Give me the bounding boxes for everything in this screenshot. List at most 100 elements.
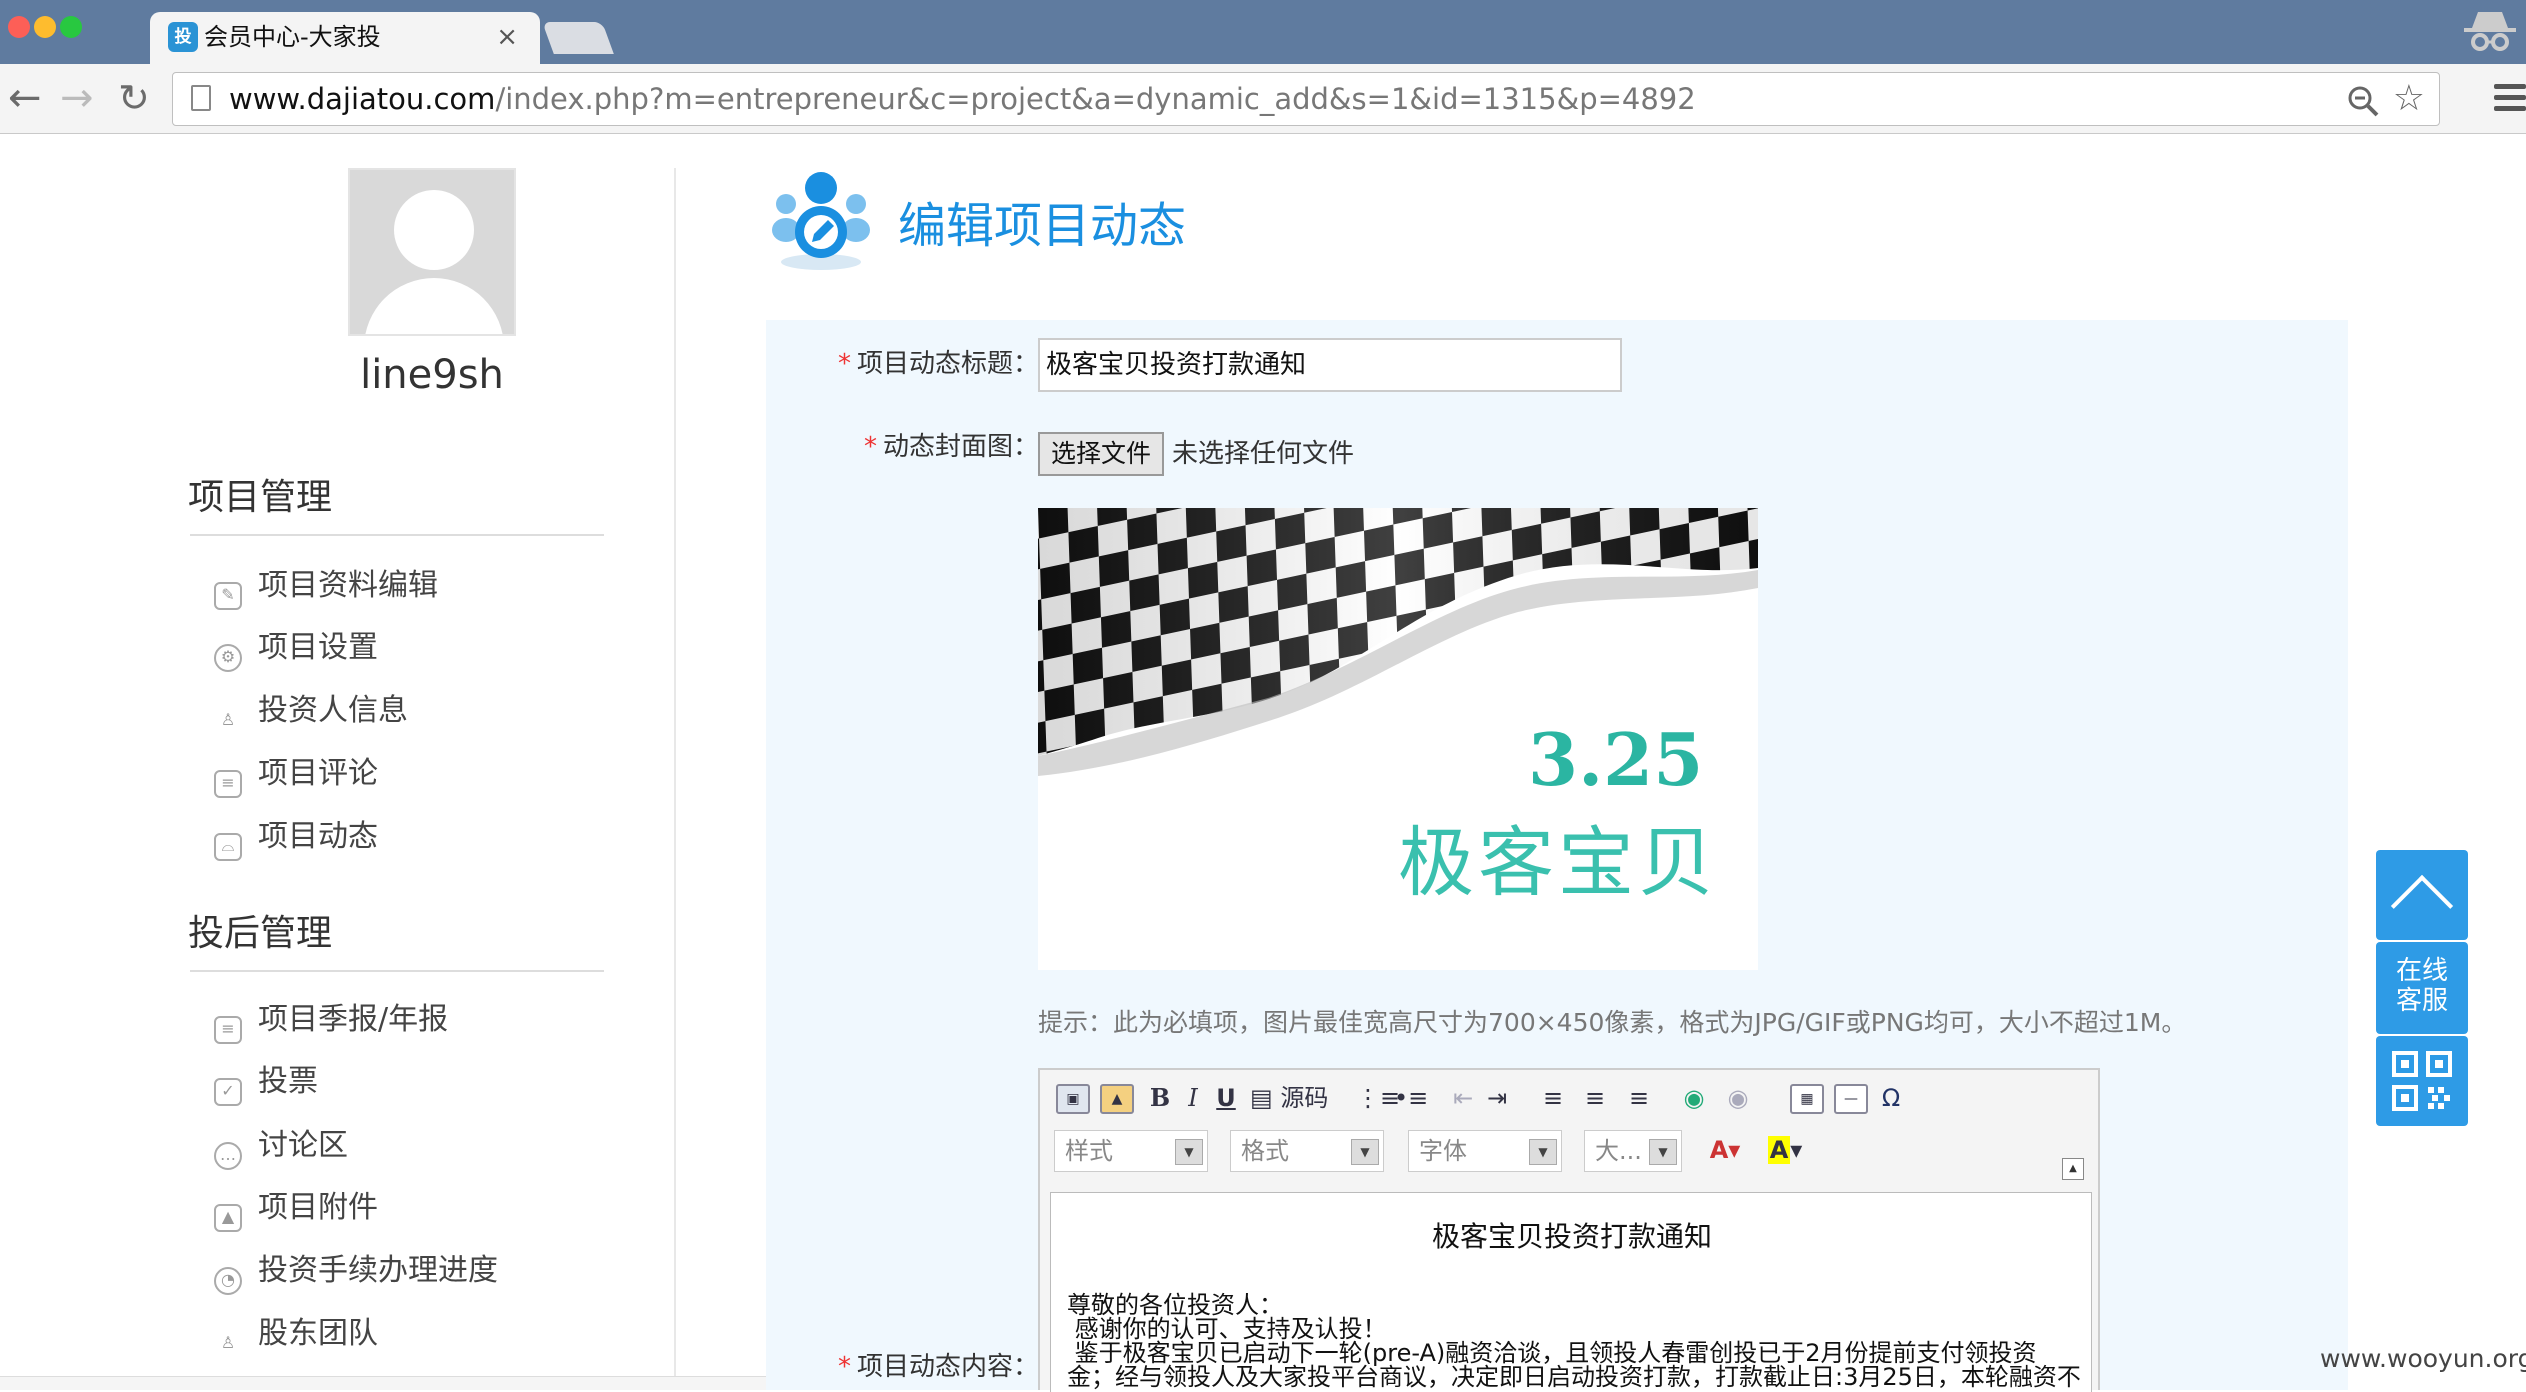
sidebar-item-label: 投票 — [258, 1064, 318, 1099]
special-char-icon[interactable]: Ω — [1876, 1080, 1906, 1116]
discussion-icon: … — [214, 1142, 242, 1170]
cover-image-preview: 3.25 极客宝贝 — [1038, 508, 1758, 970]
team-icon: ♙ — [220, 1333, 236, 1352]
sidebar-item-attachments[interactable]: ▲ 项目附件 — [214, 1188, 378, 1232]
document-line: 鉴于极客宝贝已启动下一轮(pre-A)融资洽谈，且领投人春雷创投已于2月份提前支… — [1067, 1339, 2037, 1367]
sidebar-item-project-dynamics[interactable]: ⌓ 项目动态 — [214, 817, 378, 861]
edit-profile-icon — [772, 172, 870, 270]
chart-icon: ⌓ — [214, 833, 242, 861]
document-title: 极客宝贝投资打款通知 — [1431, 1220, 1712, 1253]
sidebar-item-project-edit[interactable]: ✎ 项目资料编辑 — [214, 566, 438, 610]
edit-icon: ✎ — [214, 582, 242, 610]
bookmark-star-icon[interactable]: ☆ — [2393, 81, 2425, 117]
sidebar-item-label: 项目附件 — [258, 1190, 378, 1225]
background-color-icon[interactable]: A▾ — [1760, 1132, 1810, 1168]
cover-label: * 动态封面图： — [864, 432, 1040, 462]
table-icon[interactable]: ▦ — [1790, 1084, 1824, 1114]
document-line: 金；经与领投人及大家投平台商议，决定即日启动投资打款，打款截止日:3月25日，本… — [1067, 1363, 2081, 1391]
link-icon[interactable]: ◉ — [1678, 1080, 1710, 1116]
page-icon — [191, 85, 211, 111]
sidebar-divider — [674, 168, 676, 1390]
chevron-down-icon: ▼ — [1649, 1139, 1677, 1165]
favicon-icon: 投 — [168, 22, 198, 52]
maximize-icon[interactable]: ▣ — [1056, 1084, 1090, 1114]
qr-code-button[interactable] — [2376, 1036, 2468, 1126]
tab-title: 会员中心-大家投 — [204, 23, 381, 51]
sidebar-item-discussion[interactable]: … 讨论区 — [214, 1126, 348, 1170]
sidebar-item-label: 项目季报/年报 — [258, 1002, 449, 1037]
outdent-icon[interactable]: ⇤ — [1448, 1080, 1478, 1116]
rich-text-editor[interactable]: ▣ ▲ B I U ▤ 源码 ⋮≡ •≡ ⇤ ⇥ ≡ ≡ ≡ ◉ ◉ ▦ — Ω… — [1038, 1068, 2100, 1392]
sidebar-item-label: 讨论区 — [258, 1128, 348, 1163]
align-left-icon[interactable]: ≡ — [1538, 1080, 1568, 1116]
document-line: 尊敬的各位投资人： — [1067, 1291, 1283, 1319]
sidebar-item-progress[interactable]: ◔ 投资手续办理进度 — [214, 1251, 498, 1295]
numbered-list-icon[interactable]: ⋮≡ — [1356, 1080, 1400, 1116]
format-select[interactable]: 格式 ▼ — [1230, 1130, 1384, 1172]
window-minimize-button[interactable] — [34, 16, 56, 38]
sidebar-item-label: 股东团队 — [258, 1316, 378, 1351]
back-to-top-button[interactable] — [2376, 850, 2468, 940]
sidebar-item-label: 项目资料编辑 — [258, 568, 438, 603]
zoom-icon[interactable] — [2347, 85, 2379, 117]
italic-button[interactable]: I — [1182, 1080, 1204, 1116]
tab-close-icon[interactable]: × — [496, 20, 518, 54]
sidebar-item-shareholders[interactable]: ♙ 股东团队 — [214, 1314, 378, 1354]
settings-icon: ⚙ — [214, 644, 242, 672]
section-divider — [190, 970, 604, 972]
underline-button[interactable]: U — [1212, 1080, 1240, 1116]
horizontal-rule-icon[interactable]: — — [1834, 1084, 1868, 1114]
comment-icon: ≡ — [214, 770, 242, 798]
chevron-down-icon: ▼ — [1529, 1139, 1557, 1165]
font-select[interactable]: 字体 ▼ — [1408, 1130, 1562, 1172]
style-select[interactable]: 样式 ▼ — [1054, 1130, 1208, 1172]
bulleted-list-icon[interactable]: •≡ — [1394, 1080, 1428, 1116]
browser-tab[interactable]: 投 会员中心-大家投 × — [150, 12, 540, 66]
new-tab-button[interactable] — [542, 22, 614, 54]
chevron-down-icon: ▼ — [1175, 1139, 1203, 1165]
sidebar-item-label: 项目评论 — [258, 756, 378, 791]
page-title: 编辑项目动态 — [898, 198, 1187, 254]
window-close-button[interactable] — [8, 16, 30, 38]
source-button[interactable]: ▤ 源码 — [1250, 1080, 1340, 1116]
window-maximize-button[interactable] — [60, 16, 82, 38]
avatar[interactable] — [348, 168, 516, 336]
progress-icon: ◔ — [214, 1267, 242, 1295]
customer-service-label: 在线 客服 — [2395, 956, 2448, 1016]
editor-content-area[interactable]: 极客宝贝投资打款通知 尊敬的各位投资人： 感谢你的认可、支持及认投！ 鉴于极客宝… — [1050, 1192, 2092, 1392]
document-line: 感谢你的认可、支持及认投！ — [1067, 1315, 1387, 1343]
status-bar — [0, 1376, 900, 1390]
collapse-toolbar-icon[interactable]: ▲ — [2062, 1158, 2084, 1180]
sidebar-item-label: 项目设置 — [258, 630, 378, 665]
document-body: 尊敬的各位投资人： 感谢你的认可、支持及认投！ 鉴于极客宝贝已启动下一轮(pre… — [1067, 1293, 2081, 1389]
size-select[interactable]: 大... ▼ — [1584, 1130, 1682, 1172]
sidebar-item-investor-info[interactable]: ♙ 投资人信息 — [214, 691, 408, 731]
username: line9sh — [360, 352, 504, 398]
upload-hint: 提示：此为必填项，图片最佳宽高尺寸为700×450像素，格式为JPG/GIF或P… — [1038, 1008, 2187, 1037]
person-icon: ♙ — [220, 710, 236, 729]
choose-file-button[interactable]: 选择文件 — [1038, 432, 1164, 476]
bold-button[interactable]: B — [1146, 1080, 1174, 1116]
indent-icon[interactable]: ⇥ — [1482, 1080, 1512, 1116]
address-bar[interactable]: www.dajiatou.com/index.php?m=entrepreneu… — [172, 72, 2440, 126]
browser-tab-bar: 投 会员中心-大家投 × — [0, 0, 2526, 66]
align-right-icon[interactable]: ≡ — [1624, 1080, 1654, 1116]
cover-name-text: 极客宝贝 — [1398, 818, 1718, 907]
sidebar-item-vote[interactable]: ✓ 投票 — [214, 1062, 318, 1106]
unlink-icon[interactable]: ◉ — [1722, 1080, 1754, 1116]
back-arrow-icon[interactable]: ← — [8, 74, 42, 122]
forward-arrow-icon[interactable]: → — [60, 74, 94, 122]
reload-icon[interactable]: ↻ — [118, 74, 150, 122]
cover-date-text: 3.25 — [1528, 717, 1704, 802]
sidebar-item-project-settings[interactable]: ⚙ 项目设置 — [214, 628, 378, 672]
sidebar-item-project-comments[interactable]: ≡ 项目评论 — [214, 754, 378, 798]
browser-menu-icon[interactable] — [2494, 84, 2526, 117]
align-center-icon[interactable]: ≡ — [1580, 1080, 1610, 1116]
text-color-icon[interactable]: A▾ — [1700, 1132, 1750, 1168]
title-input[interactable]: 极客宝贝投资打款通知 — [1038, 338, 1622, 392]
url-text[interactable]: www.dajiatou.com/index.php?m=entrepreneu… — [229, 81, 1696, 117]
customer-service-button[interactable]: 在线 客服 — [2376, 942, 2468, 1034]
image-icon[interactable]: ▲ — [1100, 1084, 1134, 1114]
sidebar-item-reports[interactable]: ≡ 项目季报/年报 — [214, 1000, 449, 1044]
chevron-up-icon — [2390, 874, 2454, 938]
